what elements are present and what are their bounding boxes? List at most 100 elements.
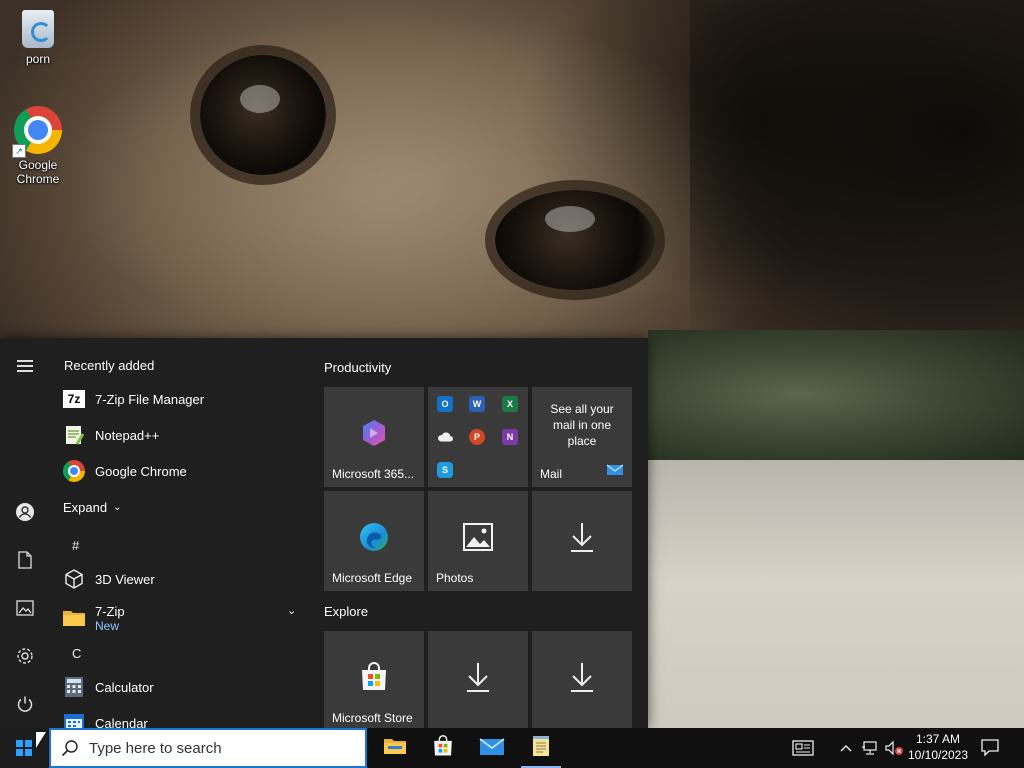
search-input[interactable] <box>87 738 351 758</box>
app-label: 7-Zip File Manager <box>95 391 205 407</box>
recently-added-header: Recently added <box>64 358 155 373</box>
skype-icon: S <box>437 462 453 478</box>
app-label: Calendar <box>95 715 148 729</box>
chevron-down-icon[interactable]: ⌄ <box>287 604 296 617</box>
taskbar-microsoft-store[interactable] <box>419 728 467 768</box>
pictures-icon[interactable] <box>13 596 37 620</box>
app-notepadpp[interactable]: Notepad++ <box>62 418 302 452</box>
volume-muted-icon[interactable] <box>884 738 904 758</box>
chrome-icon: ↗ <box>12 106 62 158</box>
desktop-icon-label: Google Chrome <box>16 158 60 186</box>
desktop-icon-recycle-bin[interactable]: porn <box>0 8 76 66</box>
news-widget-icon[interactable] <box>792 738 814 758</box>
tile-photos[interactable]: Photos <box>428 491 528 591</box>
tile-microsoft-store[interactable]: Microsoft Store <box>324 631 424 728</box>
app-label: 7-Zip <box>95 603 125 619</box>
word-icon: W <box>469 396 485 412</box>
app-calendar[interactable]: Calendar <box>62 706 302 728</box>
photos-icon <box>462 521 494 553</box>
chevron-up-icon[interactable] <box>836 738 856 758</box>
powerpoint-icon: P <box>469 429 485 445</box>
download-icon <box>462 661 494 693</box>
chrome-icon <box>62 459 86 483</box>
letter-header-hash[interactable]: # <box>72 538 79 553</box>
tile-microsoft-365[interactable]: Microsoft 365... <box>324 387 424 487</box>
floor-area <box>648 460 1024 730</box>
user-icon[interactable] <box>13 500 37 524</box>
cat-right-eye <box>495 190 655 290</box>
excel-icon: X <box>502 396 518 412</box>
desktop-icon-chrome[interactable]: ↗ Google Chrome <box>0 106 76 186</box>
store-icon <box>432 734 454 762</box>
calendar-icon <box>62 711 86 728</box>
tile-download-placeholder[interactable] <box>532 491 632 591</box>
expand-label: Expand <box>63 499 108 515</box>
search-icon <box>61 739 79 757</box>
chevron-down-icon: ⌄ <box>113 501 122 513</box>
app-label: Notepad++ <box>95 427 160 443</box>
outlook-icon: O <box>437 396 453 412</box>
onenote-icon: N <box>502 429 518 445</box>
recycle-bin-icon <box>22 10 54 48</box>
tile-microsoft-edge[interactable]: Microsoft Edge <box>324 491 424 591</box>
app-google-chrome[interactable]: Google Chrome <box>62 454 302 488</box>
app-calculator[interactable]: Calculator <box>62 670 302 704</box>
letter-header-c[interactable]: C <box>72 646 81 661</box>
mail-tile-text: See all your mail in one place <box>550 402 614 448</box>
app-list: Recently added 7z 7-Zip File Manager Not… <box>50 338 310 728</box>
7zip-icon: 7z <box>62 387 86 411</box>
search-box[interactable] <box>49 728 367 768</box>
power-icon[interactable] <box>13 692 37 716</box>
mail-icon <box>479 736 505 761</box>
app-label: Calculator <box>95 679 154 695</box>
tile-label: Microsoft Edge <box>332 571 413 585</box>
clock-time: 1:37 AM <box>915 732 961 746</box>
download-icon <box>566 521 598 553</box>
documents-icon[interactable] <box>13 548 37 572</box>
tile-download-placeholder[interactable] <box>428 631 528 728</box>
blanket-area <box>648 330 1024 460</box>
app-label: Google Chrome <box>95 463 187 479</box>
store-icon <box>358 661 390 693</box>
taskbar-mail[interactable] <box>468 728 516 768</box>
settings-icon[interactable] <box>13 644 37 668</box>
cat-left-eye <box>200 55 326 175</box>
new-badge: New <box>95 618 120 633</box>
hamburger-icon[interactable] <box>13 354 37 378</box>
taskbar-file-explorer[interactable] <box>371 728 419 768</box>
app-label: 3D Viewer <box>95 571 155 587</box>
network-icon[interactable] <box>860 738 880 758</box>
taskbar: 1:37 AM 10/10/2023 <box>0 728 1024 768</box>
app-7zip-file-manager[interactable]: 7z 7-Zip File Manager <box>62 382 302 416</box>
notepadpp-icon <box>62 423 86 447</box>
mouse-cursor <box>36 732 46 748</box>
edge-icon <box>358 521 390 553</box>
microsoft-365-icon <box>358 417 390 449</box>
app-3d-viewer[interactable]: 3D Viewer <box>62 562 302 596</box>
clock-date: 10/10/2023 <box>907 748 969 762</box>
tile-label: Microsoft 365... <box>332 467 415 481</box>
tile-mail[interactable]: See all your mail in one place Mail <box>532 387 632 487</box>
folder-icon <box>62 606 86 630</box>
file-explorer-icon <box>383 736 407 761</box>
shortcut-arrow-icon: ↗ <box>12 144 26 158</box>
tile-label: Photos <box>436 571 474 585</box>
mail-icon <box>606 462 624 481</box>
tile-download-placeholder[interactable] <box>532 631 632 728</box>
tile-label: Microsoft Store <box>332 711 413 725</box>
windows-logo-icon <box>16 740 32 756</box>
taskbar-notepad[interactable] <box>517 728 565 768</box>
group-label-explore: Explore <box>324 604 369 619</box>
app-7zip-folder[interactable]: 7-Zip New ⌄ <box>62 598 302 638</box>
onedrive-icon <box>437 429 453 445</box>
download-icon <box>566 661 598 693</box>
calculator-icon <box>62 675 86 699</box>
group-label-productivity: Productivity <box>324 360 392 375</box>
notifications-icon[interactable] <box>980 738 1000 758</box>
taskbar-clock[interactable]: 1:37 AM 10/10/2023 <box>904 731 972 763</box>
tile-label: Mail <box>540 467 563 481</box>
tile-office-apps[interactable]: O W X P N S <box>428 387 528 487</box>
start-menu: Recently added 7z 7-Zip File Manager Not… <box>0 338 648 728</box>
desktop-icon-label: porn <box>25 52 51 66</box>
expand-button[interactable]: Expand ⌄ <box>62 490 132 524</box>
